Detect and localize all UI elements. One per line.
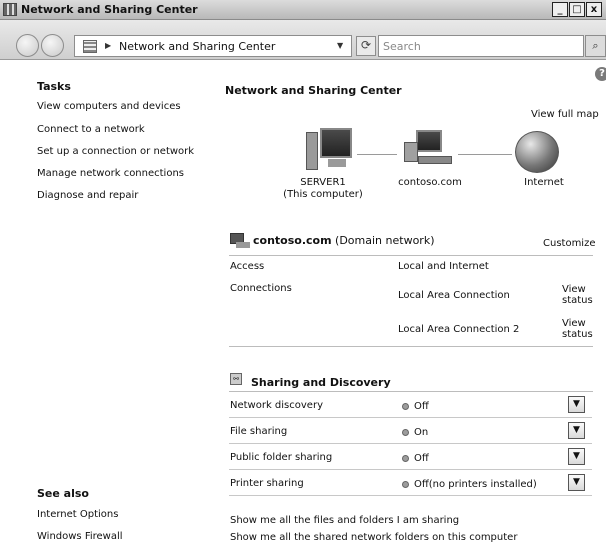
show-shared-folders-link[interactable]: Show me all the shared network folders o… bbox=[230, 532, 517, 543]
divider bbox=[229, 495, 592, 496]
view-status-link[interactable]: View status bbox=[562, 284, 593, 306]
breadcrumb[interactable]: Network and Sharing Center bbox=[119, 40, 275, 53]
status-text: Off bbox=[414, 401, 429, 412]
see-also-heading: See also bbox=[37, 487, 89, 500]
page-title: Network and Sharing Center bbox=[225, 84, 402, 97]
see-also-link[interactable]: Internet Options bbox=[37, 509, 118, 520]
domain-network-icon bbox=[400, 130, 454, 174]
search-input[interactable]: Search bbox=[378, 35, 584, 57]
view-status-line[interactable]: status bbox=[562, 295, 593, 306]
status-text: Off(no printers installed) bbox=[414, 479, 537, 490]
see-also-link[interactable]: Windows Firewall bbox=[37, 531, 123, 542]
sharing-icon: ⚯ bbox=[230, 373, 242, 385]
network-discovery-status: Off bbox=[402, 401, 429, 412]
file-sharing-label: File sharing bbox=[230, 426, 288, 437]
task-link[interactable]: View computers and devices bbox=[37, 101, 181, 112]
connection-name: Local Area Connection bbox=[398, 290, 510, 301]
task-link[interactable]: Manage network connections bbox=[37, 168, 184, 179]
status-dot-icon bbox=[402, 429, 409, 436]
public-folder-sharing-label: Public folder sharing bbox=[230, 452, 333, 463]
status-text: On bbox=[414, 427, 429, 438]
close-button[interactable]: x bbox=[586, 2, 602, 17]
address-bar[interactable]: ▶ Network and Sharing Center ▼ bbox=[74, 35, 352, 57]
printer-sharing-label: Printer sharing bbox=[230, 478, 304, 489]
forward-button[interactable] bbox=[41, 34, 64, 57]
expand-public-folder-sharing-button[interactable]: ▼ bbox=[568, 448, 585, 465]
network-name: contoso.com bbox=[253, 234, 332, 247]
divider bbox=[229, 391, 593, 392]
printer-sharing-status: Off(no printers installed) bbox=[402, 479, 537, 490]
computer-name: SERVER1 bbox=[300, 177, 346, 188]
task-link[interactable]: Connect to a network bbox=[37, 124, 145, 135]
status-text: Off bbox=[414, 453, 429, 464]
divider bbox=[229, 346, 593, 347]
window-controls: _ □ x bbox=[552, 2, 602, 17]
tasks-heading: Tasks bbox=[37, 80, 71, 93]
divider bbox=[229, 469, 592, 470]
divider bbox=[229, 443, 592, 444]
domain-label: contoso.com bbox=[398, 177, 462, 188]
address-toolbar: ▶ Network and Sharing Center ▼ ⟳ Search … bbox=[0, 20, 606, 60]
network-type: (Domain network) bbox=[335, 234, 435, 247]
refresh-button[interactable]: ⟳ bbox=[356, 36, 376, 56]
view-status-line[interactable]: View bbox=[562, 284, 593, 295]
connection-name: Local Area Connection 2 bbox=[398, 324, 520, 335]
map-connector bbox=[357, 154, 397, 155]
expand-network-discovery-button[interactable]: ▼ bbox=[568, 396, 585, 413]
breadcrumb-arrow-icon[interactable]: ▶ bbox=[105, 41, 111, 50]
view-status-link[interactable]: View status bbox=[562, 318, 593, 340]
minimize-button[interactable]: _ bbox=[552, 2, 568, 17]
window-title: Network and Sharing Center bbox=[21, 3, 198, 16]
divider bbox=[229, 417, 592, 418]
computer-icon bbox=[306, 128, 354, 174]
internet-globe-icon bbox=[515, 131, 559, 173]
sharing-heading: Sharing and Discovery bbox=[251, 376, 391, 389]
search-icon[interactable]: ⌕ bbox=[585, 35, 606, 57]
expand-file-sharing-button[interactable]: ▼ bbox=[568, 422, 585, 439]
show-shared-files-link[interactable]: Show me all the files and folders I am s… bbox=[230, 515, 459, 526]
task-link[interactable]: Set up a connection or network bbox=[37, 146, 194, 157]
control-panel-icon bbox=[83, 40, 97, 53]
back-button[interactable] bbox=[16, 34, 39, 57]
network-header: contoso.com (Domain network) bbox=[253, 234, 434, 247]
connections-label: Connections bbox=[230, 283, 292, 294]
status-dot-icon bbox=[402, 403, 409, 410]
task-link[interactable]: Diagnose and repair bbox=[37, 190, 138, 201]
customize-link[interactable]: Customize bbox=[543, 238, 596, 249]
access-label: Access bbox=[230, 261, 265, 272]
maximize-button[interactable]: □ bbox=[569, 2, 585, 17]
network-icon bbox=[230, 233, 250, 249]
status-dot-icon bbox=[402, 455, 409, 462]
view-status-line[interactable]: status bbox=[562, 329, 593, 340]
search-placeholder: Search bbox=[383, 40, 421, 53]
divider bbox=[229, 255, 593, 256]
network-discovery-label: Network discovery bbox=[230, 400, 323, 411]
status-dot-icon bbox=[402, 481, 409, 488]
access-value: Local and Internet bbox=[398, 261, 489, 272]
internet-label: Internet bbox=[524, 177, 564, 188]
title-bar: Network and Sharing Center _ □ x bbox=[0, 0, 606, 20]
expand-printer-sharing-button[interactable]: ▼ bbox=[568, 474, 585, 491]
help-icon[interactable]: ? bbox=[595, 67, 606, 81]
address-dropdown-icon[interactable]: ▼ bbox=[337, 41, 343, 50]
file-sharing-status: On bbox=[402, 427, 428, 438]
view-status-line[interactable]: View bbox=[562, 318, 593, 329]
public-folder-sharing-status: Off bbox=[402, 453, 429, 464]
map-connector bbox=[458, 154, 512, 155]
computer-subtitle: (This computer) bbox=[283, 189, 363, 200]
network-app-icon bbox=[3, 3, 17, 16]
view-full-map-link[interactable]: View full map bbox=[531, 109, 599, 120]
